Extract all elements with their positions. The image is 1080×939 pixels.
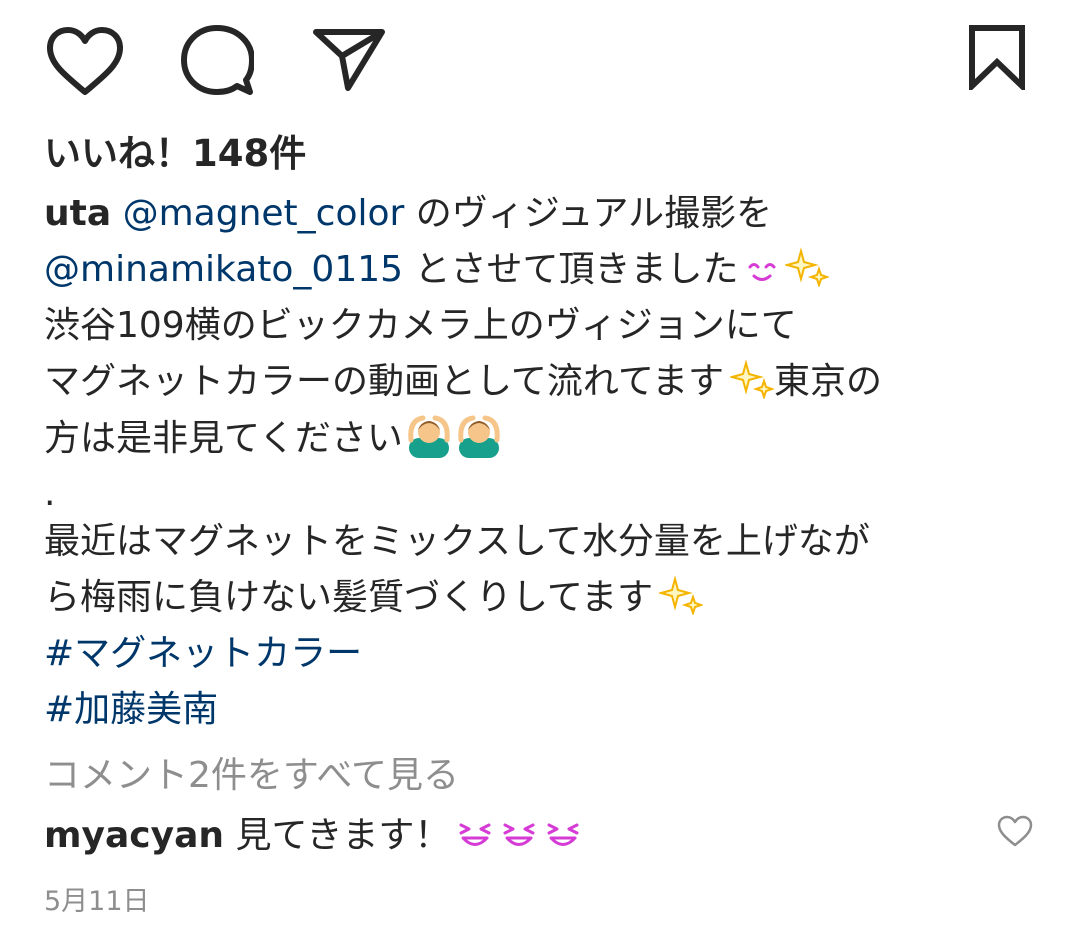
caption-line-6: .: [44, 473, 56, 514]
author-username[interactable]: uta: [44, 193, 111, 234]
comment-row: myacyan 見てきます！: [44, 808, 582, 864]
heart-icon[interactable]: [46, 26, 124, 96]
caption-text: マグネットカラーの動画として流れてます: [44, 361, 725, 402]
caption-text: ら梅雨に負けない髪質づくりしてます: [44, 577, 654, 618]
grinning-squinting-face-emoji: [547, 823, 579, 846]
caption-line-2: @minamikato_0115 とさせて頂きました: [44, 242, 1054, 298]
smiling-face-emoji: [748, 263, 776, 281]
comment-icon[interactable]: [180, 24, 254, 96]
caption-text: 東京の: [774, 361, 883, 402]
caption-line-1: uta @magnet_color のヴィジュアル撮影を: [44, 186, 1054, 242]
grinning-squinting-face-emoji: [503, 823, 535, 846]
mention-link[interactable]: @minamikato_0115: [44, 249, 403, 290]
caption-line-7: 最近はマグネットをミックスして水分量を上げなが: [44, 521, 870, 562]
post-caption: uta @magnet_color のヴィジュアル撮影を @minamikato…: [44, 186, 1054, 738]
caption-line-8: ら梅雨に負けない髪質づくりしてます: [44, 570, 1054, 626]
caption-line-5: 方は是非見てください: [44, 410, 1054, 466]
person-gesturing-ok-emoji: [458, 415, 500, 458]
heart-icon[interactable]: [996, 814, 1034, 848]
sparkles-emoji: [730, 359, 775, 399]
post-action-bar: [0, 0, 1080, 120]
post-timestamp: 5月11日: [44, 886, 150, 917]
view-all-comments-link[interactable]: コメント2件をすべて見る: [44, 748, 459, 804]
person-gesturing-ok-emoji: [408, 415, 450, 458]
caption-text: のヴィジュアル撮影を: [404, 193, 773, 234]
sparkles-emoji: [659, 575, 704, 615]
paper-plane-icon[interactable]: [312, 26, 386, 92]
likes-count[interactable]: いいね！148件: [44, 126, 306, 182]
hashtag-link[interactable]: #マグネットカラー: [44, 626, 1054, 682]
caption-line-4: マグネットカラーの動画として流れてます 東京の: [44, 354, 1054, 410]
bookmark-icon[interactable]: [966, 24, 1028, 90]
hashtag-link[interactable]: #加藤美南: [44, 682, 1054, 738]
comment-username[interactable]: myacyan: [44, 815, 224, 856]
comment-text: 見てきます！: [224, 815, 451, 856]
caption-text: 方は是非見てください: [44, 418, 403, 459]
mention-link[interactable]: @magnet_color: [111, 193, 405, 234]
sparkles-emoji: [784, 247, 829, 287]
caption-text: とさせて頂きました: [403, 249, 739, 290]
grinning-squinting-face-emoji: [459, 823, 491, 846]
caption-line-3: 渋谷109横のビックカメラ上のヴィジョンにて: [44, 305, 797, 346]
